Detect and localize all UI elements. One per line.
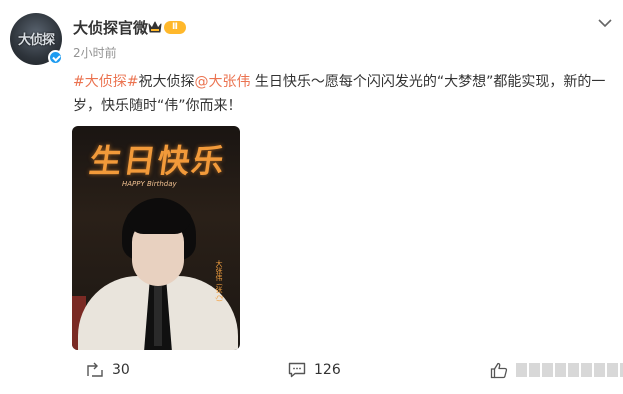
avatar-logo-text: 大侦探 xyxy=(17,33,55,48)
verified-icon xyxy=(48,50,63,65)
like-button[interactable] xyxy=(490,360,623,380)
chevron-down-icon[interactable] xyxy=(597,14,613,28)
post-time[interactable]: 2小时前 xyxy=(73,44,117,61)
image-figure-bangs xyxy=(127,212,191,234)
post-image[interactable]: 生日快乐 HAPPY Birthday 大张伟 (张 ζ) xyxy=(72,126,240,350)
thumb-up-icon xyxy=(490,362,508,379)
author-name[interactable]: 大侦探官微 xyxy=(73,17,148,38)
image-subtitle: HAPPY Birthday xyxy=(122,180,177,188)
image-title: 生日快乐 xyxy=(87,142,229,180)
image-figure-tie xyxy=(154,286,162,346)
member-level: Ⅱ xyxy=(164,20,186,34)
post-text: #大侦探#祝大侦探@大张伟 生日快乐～愿每个闪闪发光的“大梦想”都能实现，新的一… xyxy=(73,70,608,118)
member-badge[interactable]: Ⅱ xyxy=(148,20,186,34)
comment-count: 126 xyxy=(314,362,341,378)
weibo-post-card: 大侦探 大侦探官微 Ⅱ 2小时前 #大侦探#祝大侦探@大张伟 生日快乐～愿每个闪… xyxy=(0,0,623,394)
comment-icon xyxy=(288,362,306,378)
mention-link[interactable]: @大张伟 xyxy=(194,74,250,90)
repost-button[interactable]: 30 xyxy=(86,360,130,380)
hashtag-link[interactable]: #大侦探# xyxy=(73,74,138,90)
image-side-name: 大张伟 (张 ζ) xyxy=(215,260,223,302)
repost-count: 30 xyxy=(112,362,130,378)
crown-icon xyxy=(148,21,162,33)
post-text-part1: 祝大侦探 xyxy=(138,74,195,90)
like-count-obscured xyxy=(516,363,623,377)
comment-button[interactable]: 126 xyxy=(288,360,341,380)
repost-icon xyxy=(86,362,104,378)
